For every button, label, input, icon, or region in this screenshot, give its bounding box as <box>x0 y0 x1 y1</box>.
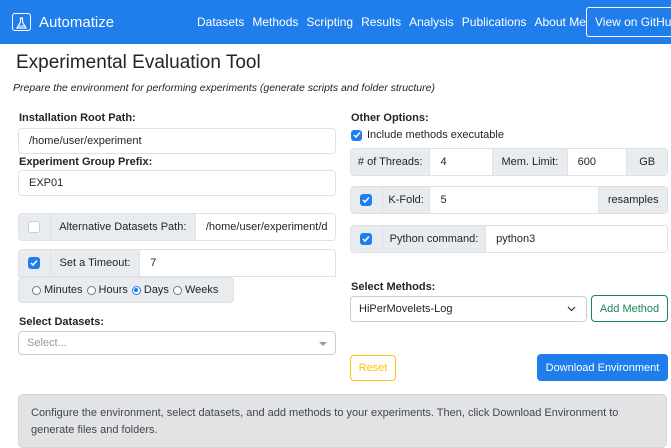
navbar: Automatize Datasets Methods Scripting Re… <box>0 0 671 44</box>
include-methods-option[interactable]: Include methods executable <box>351 129 504 141</box>
threads-input[interactable]: 4 <box>430 149 494 175</box>
nav-link-methods[interactable]: Methods <box>252 15 298 29</box>
python-checkbox-wrap <box>351 226 383 252</box>
reset-button[interactable]: Reset <box>350 355 396 381</box>
nav-links: Datasets Methods Scripting Results Analy… <box>197 0 594 44</box>
brand[interactable]: Automatize <box>12 13 114 31</box>
alt-datasets-group: Alternative Datasets Path: /home/user/ex… <box>18 213 336 241</box>
page-subtitle: Prepare the environment for performing e… <box>13 82 435 94</box>
mem-limit-label: Mem. Limit: <box>493 149 568 175</box>
radio-weeks-circle[interactable] <box>172 285 182 295</box>
methods-label: Select Methods: <box>351 281 436 293</box>
kfold-unit: resamples <box>599 187 667 213</box>
brand-name: Automatize <box>39 13 115 31</box>
threads-label: # of Threads: <box>351 149 431 175</box>
root-path-input[interactable]: /home/user/experiment <box>18 128 336 154</box>
timeout-checkbox-wrap <box>19 250 51 276</box>
github-button[interactable]: View on GitHub <box>586 7 671 37</box>
radio-weeks-label: Weeks <box>184 284 219 296</box>
kfold-checkbox-wrap <box>351 187 383 213</box>
radio-days-label: Days <box>143 284 169 296</box>
chevron-down-icon <box>319 342 327 346</box>
timeout-units: Minutes Hours Days Weeks <box>18 277 234 303</box>
radio-minutes-circle[interactable] <box>32 285 41 295</box>
radio-hours[interactable]: Hours <box>86 284 128 296</box>
include-methods-checkbox[interactable] <box>351 129 362 141</box>
mem-limit-input[interactable]: 600 <box>567 149 628 175</box>
chevron-down-icon <box>567 304 576 316</box>
radio-minutes[interactable]: Minutes <box>32 284 83 296</box>
root-path-label: Installation Root Path: <box>19 112 136 124</box>
mem-unit: GB <box>627 149 667 175</box>
datasets-placeholder: Select... <box>27 337 67 349</box>
python-input[interactable]: python3 <box>486 226 667 252</box>
radio-hours-circle[interactable] <box>86 285 96 295</box>
nav-link-analysis[interactable]: Analysis <box>409 15 454 29</box>
datasets-select[interactable]: Select... <box>18 331 336 355</box>
kfold-input[interactable]: 5 <box>430 187 600 213</box>
prefix-label: Experiment Group Prefix: <box>19 156 153 168</box>
page-title: Experimental Evaluation Tool <box>16 52 261 73</box>
datasets-label: Select Datasets: <box>19 316 104 328</box>
nav-link-datasets[interactable]: Datasets <box>197 15 244 29</box>
add-method-button[interactable]: Add Method <box>591 295 668 322</box>
download-environment-button[interactable]: Download Environment <box>537 354 668 381</box>
info-alert: Configure the environment, select datase… <box>18 394 667 448</box>
timeout-input[interactable]: 7 <box>140 250 335 276</box>
radio-minutes-label: Minutes <box>44 284 83 296</box>
nav-link-scripting[interactable]: Scripting <box>306 15 353 29</box>
alt-datasets-checkbox[interactable] <box>28 221 41 233</box>
timeout-checkbox[interactable] <box>28 257 41 269</box>
radio-days-circle[interactable] <box>131 285 141 295</box>
prefix-input[interactable]: EXP01 <box>18 170 336 196</box>
kfold-group: K-Fold: 5 resamples <box>350 186 668 214</box>
nav-link-results[interactable]: Results <box>361 15 401 29</box>
nav-link-about-me[interactable]: About Me <box>535 15 586 29</box>
include-methods-label: Include methods executable <box>367 129 504 141</box>
nav-link-publications[interactable]: Publications <box>462 15 527 29</box>
alt-datasets-input[interactable]: /home/user/experiment/d <box>195 214 335 240</box>
python-label: Python command: <box>382 226 487 252</box>
radio-hours-label: Hours <box>98 284 128 296</box>
radio-days[interactable]: Days <box>131 284 169 296</box>
timeout-label: Set a Timeout: <box>50 250 141 276</box>
threads-mem-group: # of Threads: 4 Mem. Limit: 600 GB <box>350 148 668 176</box>
methods-select[interactable]: HiPerMovelets-Log <box>350 296 587 322</box>
alt-datasets-label: Alternative Datasets Path: <box>50 214 196 240</box>
other-options-label: Other Options: <box>351 112 429 124</box>
methods-selected-value: HiPerMovelets-Log <box>359 303 453 315</box>
flask-logo-icon <box>12 13 31 31</box>
python-group: Python command: python3 <box>350 225 668 253</box>
kfold-checkbox[interactable] <box>360 194 373 206</box>
timeout-group: Set a Timeout: 7 <box>18 249 336 277</box>
radio-weeks[interactable]: Weeks <box>172 284 219 296</box>
kfold-label: K-Fold: <box>382 187 431 213</box>
python-checkbox[interactable] <box>360 233 373 245</box>
alt-datasets-checkbox-wrap <box>19 214 51 240</box>
